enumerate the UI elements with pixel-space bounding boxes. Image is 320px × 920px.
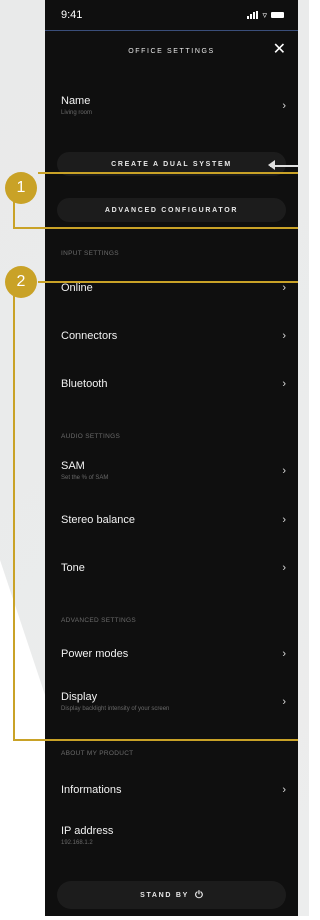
name-label: Name [61,95,91,107]
stereo-balance-label: Stereo balance [61,514,135,526]
close-icon[interactable]: ✕ [273,39,286,59]
status-bar: 9:41 ▿ [45,0,298,31]
name-row[interactable]: Name Living room › [61,95,286,116]
list-item-stereo-balance[interactable]: Stereo balance › [61,514,286,526]
sam-label: SAM [61,460,85,472]
list-item-bluetooth[interactable]: Bluetooth › [61,378,286,390]
connectors-label: Connectors [61,330,118,342]
name-value: Living room [61,110,93,116]
list-item-display[interactable]: Display Display backlight intensity of y… [61,691,286,712]
section-about-my-product: ABOUT MY PRODUCT [61,750,134,757]
ip-address-label: IP address [61,825,114,837]
power-modes-label: Power modes [61,648,129,660]
bracket-1-bottom [13,227,298,229]
phone-screen: 9:41 ▿ OFFICE SETTINGS ✕ Name Living roo… [45,0,298,916]
screen-header: OFFICE SETTINGS ✕ [45,31,298,71]
display-subtitle: Display backlight intensity of your scre… [61,706,170,712]
bracket-2-bottom [13,739,298,741]
list-item-ip-address: IP address 192.168.1.2 [61,825,286,846]
name-text: Name Living room [61,95,92,116]
list-item-informations[interactable]: Informations › [61,784,286,796]
section-audio-settings: AUDIO SETTINGS [61,433,121,440]
list-item-connectors[interactable]: Connectors › [61,330,286,342]
annotation-badge-1: 1 [5,172,37,204]
annotation-badge-2: 2 [5,266,37,298]
standby-button[interactable]: STAND BY ⏻ [57,881,286,909]
bluetooth-label: Bluetooth [61,378,108,390]
display-label: Display [61,691,98,703]
section-input-settings: INPUT SETTINGS [61,250,119,257]
list-item-sam[interactable]: SAM Set the % of SAM › [61,460,286,481]
tone-label: Tone [61,562,85,574]
chevron-right-icon: › [282,648,286,660]
chevron-right-icon: › [282,378,286,390]
list-item-tone[interactable]: Tone › [61,562,286,574]
chevron-right-icon: › [282,514,286,526]
bracket-2-top [38,281,298,283]
online-label: Online [61,282,93,294]
list-item-power-modes[interactable]: Power modes › [61,648,286,660]
chevron-right-icon: › [282,330,286,342]
bracket-2-left [13,296,15,740]
sam-text: SAM Set the % of SAM [61,460,108,481]
battery-icon [271,12,284,18]
ip-address-value: 192.168.1.2 [61,840,93,846]
chevron-right-icon: › [282,464,286,477]
list-item-online[interactable]: Online › [61,282,286,294]
ip-text: IP address 192.168.1.2 [61,825,113,846]
chevron-right-icon: › [282,784,286,796]
status-icons: ▿ [247,10,284,21]
page-title: OFFICE SETTINGS [128,47,215,55]
informations-label: Informations [61,784,122,796]
standby-label: STAND BY [140,891,189,899]
signal-icon [247,11,259,19]
status-time: 9:41 [61,9,83,21]
arrow-left-icon [268,160,275,170]
sam-subtitle: Set the % of SAM [61,475,109,481]
wifi-icon: ▿ [262,9,267,20]
advanced-configurator-button[interactable]: ADVANCED CONFIGURATOR [57,198,286,222]
display-text: Display Display backlight intensity of y… [61,691,169,712]
chevron-right-icon: › [282,282,286,294]
section-advanced-settings: ADVANCED SETTINGS [61,617,137,624]
chevron-right-icon: › [282,695,286,708]
chevron-right-icon: › [282,99,286,112]
bracket-1-top [38,172,298,174]
chevron-right-icon: › [282,562,286,574]
power-icon: ⏻ [194,889,203,901]
